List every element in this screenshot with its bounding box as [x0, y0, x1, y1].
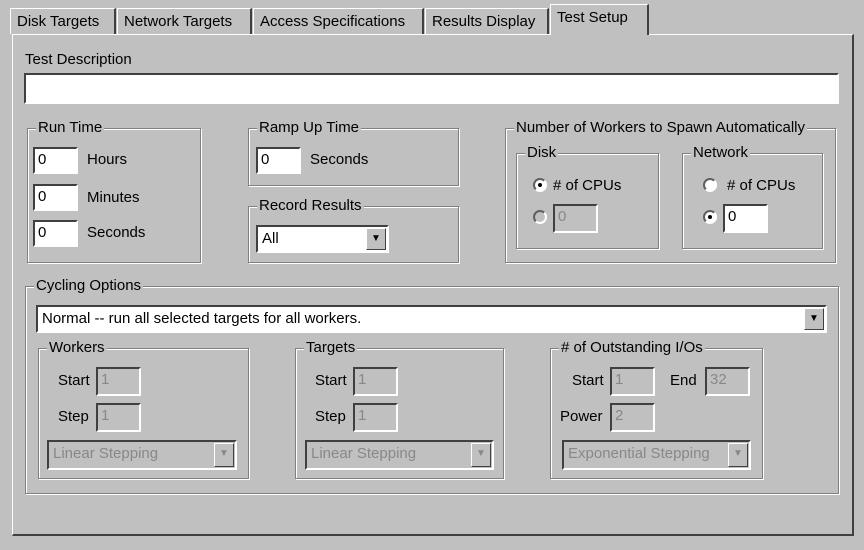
run-time-label: Run Time [36, 119, 105, 136]
tab-results-display[interactable]: Results Display [425, 8, 549, 34]
disk-cpus-label: # of CPUs [553, 177, 622, 194]
test-description-input[interactable] [24, 73, 839, 104]
outstanding-start-label: Start [572, 372, 604, 389]
tab-network-targets[interactable]: Network Targets [117, 8, 252, 34]
seconds-input[interactable]: 0 [33, 220, 78, 247]
outstanding-power-input[interactable]: 2 [610, 403, 655, 432]
workers-stepping-value: Linear Stepping [53, 445, 159, 462]
minutes-input[interactable]: 0 [33, 184, 78, 211]
disk-count-radio[interactable] [533, 210, 547, 224]
targets-cycle-label: Targets [304, 339, 358, 356]
workers-step-input[interactable]: 1 [96, 403, 141, 432]
outstanding-stepping-select[interactable]: Exponential Stepping ▼ [562, 440, 751, 470]
targets-step-input[interactable]: 1 [353, 403, 398, 432]
cycling-mode-value: Normal -- run all selected targets for a… [42, 310, 362, 327]
chevron-down-icon[interactable]: ▼ [214, 443, 234, 467]
targets-start-input[interactable]: 1 [353, 367, 398, 396]
chevron-down-icon[interactable]: ▼ [366, 228, 386, 250]
network-cpus-radio[interactable] [703, 178, 717, 192]
chevron-down-icon[interactable]: ▼ [804, 308, 824, 330]
cycling-options-label: Cycling Options [34, 277, 144, 294]
record-results-value: All [262, 230, 279, 247]
ramp-up-unit: Seconds [310, 151, 369, 168]
disk-group: Disk [516, 144, 659, 249]
workers-stepping-select[interactable]: Linear Stepping ▼ [47, 440, 237, 470]
outstanding-end-label: End [670, 372, 697, 389]
chevron-down-icon[interactable]: ▼ [471, 443, 491, 467]
outstanding-io-label: # of Outstanding I/Os [559, 339, 705, 356]
tab-disk-targets[interactable]: Disk Targets [10, 8, 116, 34]
test-description-label: Test Description [25, 51, 132, 68]
workers-start-input[interactable]: 1 [96, 367, 141, 396]
tab-access-specifications[interactable]: Access Specifications [253, 8, 424, 34]
workers-spawn-label: Number of Workers to Spawn Automatically [514, 119, 808, 136]
tab-test-setup[interactable]: Test Setup [550, 4, 649, 35]
minutes-label: Minutes [87, 189, 140, 206]
outstanding-start-input[interactable]: 1 [610, 367, 655, 396]
network-group: Network [682, 144, 823, 249]
disk-label: Disk [525, 144, 559, 161]
targets-stepping-value: Linear Stepping [311, 445, 417, 462]
seconds-label: Seconds [87, 224, 146, 241]
workers-start-label: Start [58, 372, 90, 389]
record-results-label: Record Results [257, 197, 364, 214]
outstanding-power-label: Power [560, 408, 603, 425]
cycling-mode-select[interactable]: Normal -- run all selected targets for a… [36, 305, 827, 333]
ramp-up-input[interactable]: 0 [256, 147, 301, 174]
network-label: Network [691, 144, 751, 161]
hours-input[interactable]: 0 [33, 147, 78, 174]
workers-cycle-label: Workers [47, 339, 107, 356]
network-count-input[interactable]: 0 [723, 204, 768, 233]
disk-cpus-radio[interactable] [533, 178, 547, 192]
network-count-radio[interactable] [703, 210, 717, 224]
targets-step-label: Step [315, 408, 346, 425]
workers-step-label: Step [58, 408, 89, 425]
chevron-down-icon[interactable]: ▼ [728, 443, 748, 467]
record-results-select[interactable]: All ▼ [256, 225, 389, 253]
ramp-up-label: Ramp Up Time [257, 119, 362, 136]
targets-start-label: Start [315, 372, 347, 389]
targets-stepping-select[interactable]: Linear Stepping ▼ [305, 440, 494, 470]
outstanding-stepping-value: Exponential Stepping [568, 445, 710, 462]
hours-label: Hours [87, 151, 128, 168]
outstanding-end-input[interactable]: 32 [705, 367, 750, 396]
disk-count-input[interactable]: 0 [553, 204, 598, 233]
network-cpus-label: # of CPUs [727, 177, 796, 194]
